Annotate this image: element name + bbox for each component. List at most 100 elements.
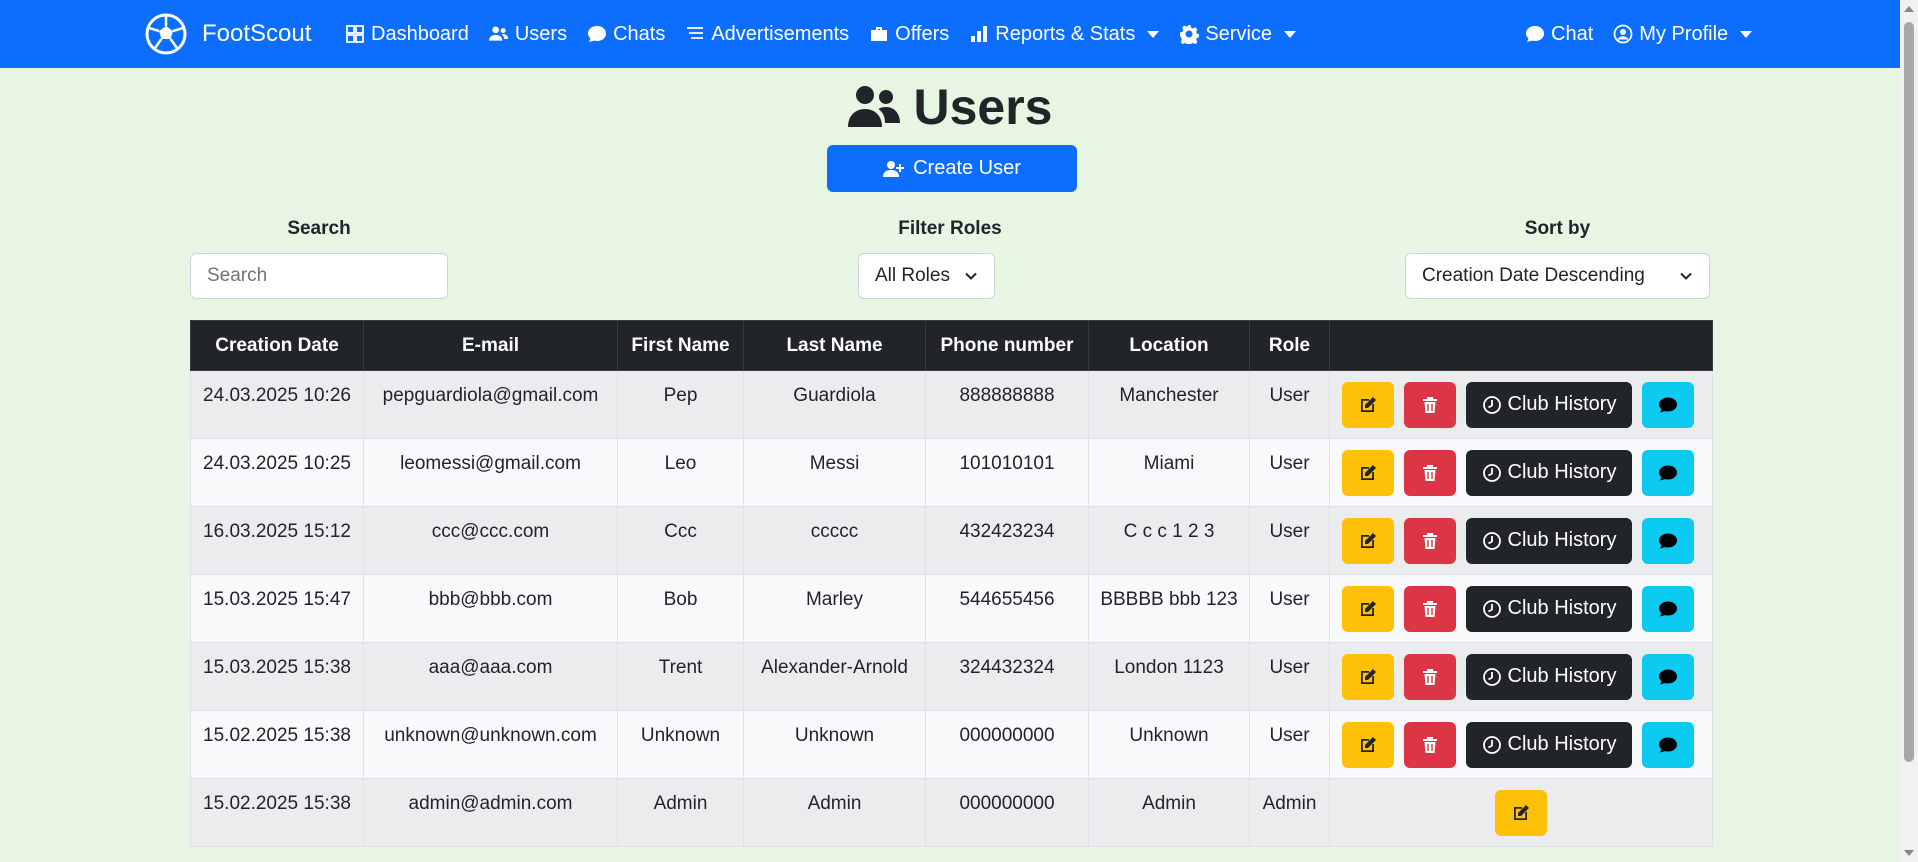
cell-actions: Club History <box>1329 370 1713 439</box>
search-input[interactable] <box>190 253 448 299</box>
nav-right-menu: Chat My Profile <box>1525 0 1753 68</box>
cell-phone: 000000000 <box>925 778 1089 847</box>
scroll-down-arrow-icon[interactable] <box>1904 850 1914 856</box>
filter-roles-label: Filter Roles <box>898 218 1002 239</box>
brand[interactable]: FootScout <box>144 12 311 56</box>
club-history-label: Club History <box>1507 597 1617 619</box>
cell-last-name: Alexander-Arnold <box>743 642 926 711</box>
cell-last-name: Marley <box>743 574 926 643</box>
nav-item-chats[interactable]: Chats <box>587 23 665 46</box>
cell-phone: 000000000 <box>925 710 1089 779</box>
sort-select[interactable]: Creation Date Descending <box>1405 253 1710 299</box>
clock-icon <box>1482 667 1501 686</box>
chevron-down-icon <box>1680 272 1692 280</box>
cell-location: Miami <box>1088 438 1250 507</box>
roles-select[interactable]: All Roles <box>858 253 995 299</box>
trash-icon <box>1423 600 1437 617</box>
scroll-thumb[interactable] <box>1904 22 1914 762</box>
nav-item-service[interactable]: Service <box>1179 23 1297 46</box>
chat-user-button[interactable] <box>1642 449 1694 496</box>
edit-user-button[interactable] <box>1342 449 1394 496</box>
edit-user-button[interactable] <box>1342 585 1394 632</box>
club-history-label: Club History <box>1507 393 1617 415</box>
cell-email: aaa@aaa.com <box>363 642 618 711</box>
column-header[interactable]: Role <box>1249 320 1330 371</box>
nav-label: Users <box>514 22 568 45</box>
cell-location: BBBBB bbb 123 <box>1088 574 1250 643</box>
column-header[interactable]: Creation Date <box>190 320 364 371</box>
clock-icon <box>1482 531 1501 550</box>
trash-icon <box>1423 396 1437 413</box>
trash-icon <box>1423 668 1437 685</box>
cell-creation-date: 15.03.2025 15:47 <box>190 574 364 643</box>
cell-email: leomessi@gmail.com <box>363 438 618 507</box>
clock-icon <box>1482 599 1501 618</box>
delete-user-button[interactable] <box>1404 381 1456 428</box>
person-circle-icon <box>1613 24 1633 44</box>
cell-first-name: Leo <box>617 438 744 507</box>
nav-item-offers[interactable]: Offers <box>869 23 949 46</box>
nav-item-chat[interactable]: Chat <box>1525 23 1593 46</box>
nav-label: Offers <box>895 22 950 45</box>
club-history-button[interactable]: Club History <box>1466 381 1632 428</box>
grid-icon <box>346 25 364 43</box>
search-label: Search <box>287 218 351 239</box>
nav-item-dashboard[interactable]: Dashboard <box>345 23 469 46</box>
cell-actions: Club History <box>1329 506 1713 575</box>
table-row: 16.03.2025 15:12 ccc@ccc.com Ccc ccccc 4… <box>190 506 1713 575</box>
chat-user-button[interactable] <box>1642 517 1694 564</box>
chat-user-button[interactable] <box>1642 653 1694 700</box>
nav-label: Dashboard <box>371 22 469 45</box>
vertical-scrollbar[interactable] <box>1900 0 1918 862</box>
delete-user-button[interactable] <box>1404 449 1456 496</box>
nav-item-reports-stats[interactable]: Reports & Stats <box>969 23 1160 46</box>
edit-user-button[interactable] <box>1342 381 1394 428</box>
edit-user-button[interactable] <box>1342 653 1394 700</box>
club-history-button[interactable]: Club History <box>1466 585 1632 632</box>
cell-last-name: ccccc <box>743 506 926 575</box>
table-row: 24.03.2025 10:25 leomessi@gmail.com Leo … <box>190 438 1713 507</box>
club-history-button[interactable]: Club History <box>1466 721 1632 768</box>
cell-last-name: Guardiola <box>743 370 926 439</box>
chevron-down-icon <box>1740 30 1753 38</box>
cell-role: User <box>1249 642 1330 711</box>
cell-email: ccc@ccc.com <box>363 506 618 575</box>
club-history-button[interactable]: Club History <box>1466 653 1632 700</box>
chat-user-button[interactable] <box>1642 381 1694 428</box>
create-user-button[interactable]: Create User <box>827 145 1077 192</box>
cell-phone: 101010101 <box>925 438 1089 507</box>
chat-bubble-icon <box>1659 669 1677 684</box>
roles-select-value: All Roles <box>875 265 950 286</box>
delete-user-button[interactable] <box>1404 653 1456 700</box>
chat-bubble-icon <box>1659 533 1677 548</box>
column-header[interactable]: Phone number <box>925 320 1089 371</box>
edit-user-button[interactable] <box>1342 721 1394 768</box>
edit-user-button[interactable] <box>1495 789 1547 836</box>
delete-user-button[interactable] <box>1404 585 1456 632</box>
club-history-button[interactable]: Club History <box>1466 517 1632 564</box>
scroll-up-arrow-icon[interactable] <box>1904 6 1914 12</box>
table-row: 15.02.2025 15:38 admin@admin.com Admin A… <box>190 778 1713 847</box>
delete-user-button[interactable] <box>1404 721 1456 768</box>
row-actions: Club History <box>1342 449 1700 496</box>
chat-user-button[interactable] <box>1642 721 1694 768</box>
row-actions: Club History <box>1342 517 1700 564</box>
nav-item-my-profile[interactable]: My Profile <box>1613 23 1753 46</box>
nav-item-advertisements[interactable]: Advertisements <box>685 23 849 46</box>
column-header[interactable]: E-mail <box>363 320 618 371</box>
club-history-button[interactable]: Club History <box>1466 449 1632 496</box>
column-header[interactable]: First Name <box>617 320 744 371</box>
edit-user-button[interactable] <box>1342 517 1394 564</box>
cell-phone: 544655456 <box>925 574 1089 643</box>
cell-role: User <box>1249 370 1330 439</box>
nav-item-users[interactable]: Users <box>488 22 568 46</box>
cell-first-name: Ccc <box>617 506 744 575</box>
chat-user-button[interactable] <box>1642 585 1694 632</box>
delete-user-button[interactable] <box>1404 517 1456 564</box>
club-history-label: Club History <box>1507 665 1617 687</box>
cell-first-name: Pep <box>617 370 744 439</box>
column-header[interactable]: Last Name <box>743 320 926 371</box>
chat-bubble-icon <box>1659 737 1677 752</box>
cell-actions <box>1329 778 1713 847</box>
column-header[interactable]: Location <box>1088 320 1250 371</box>
